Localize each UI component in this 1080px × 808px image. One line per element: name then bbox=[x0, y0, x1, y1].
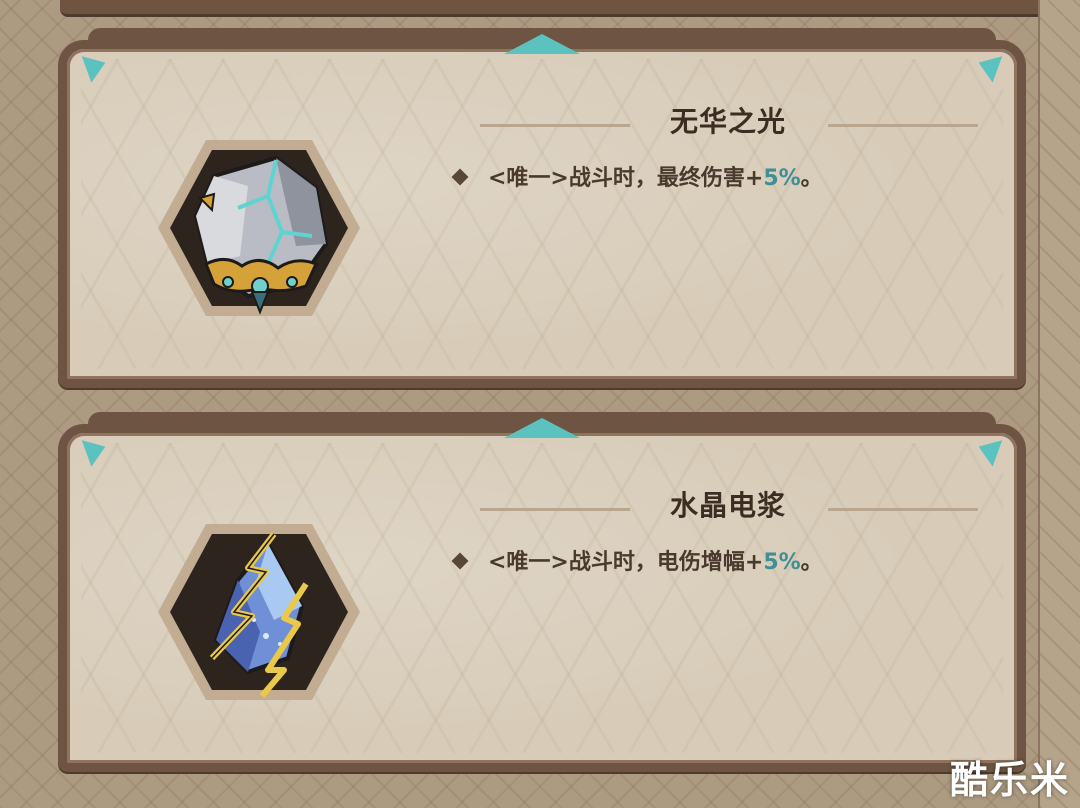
lightning-crystal-relic-icon bbox=[156, 520, 362, 704]
right-border-rail bbox=[1038, 0, 1080, 808]
diamond-bullet-icon bbox=[451, 168, 469, 186]
teal-gem-ornament bbox=[504, 418, 580, 438]
relic-card[interactable]: 无华之光 <唯一>战斗时，最终伤害+5%。 bbox=[58, 28, 1026, 388]
unique-tag: <唯一> bbox=[488, 166, 569, 191]
diamond-bullet-icon bbox=[451, 552, 469, 570]
top-frame-edge bbox=[60, 0, 1080, 17]
relic-card[interactable]: 水晶电浆 <唯一>战斗时，电伤增幅+5%。 bbox=[58, 412, 1026, 772]
relic-name: 无华之光 bbox=[669, 105, 786, 138]
effect-value: 5% bbox=[763, 550, 801, 575]
effect-suffix: 。 bbox=[800, 550, 823, 575]
effect-value: 5% bbox=[763, 166, 801, 191]
watermark-logo: 酷乐米 bbox=[949, 758, 1070, 802]
relic-effect: <唯一>战斗时，电伤增幅+5%。 bbox=[451, 544, 823, 576]
effect-text: 战斗时，最终伤害+ bbox=[568, 166, 764, 191]
relic-name: 水晶电浆 bbox=[669, 489, 786, 522]
unique-tag: <唯一> bbox=[488, 550, 569, 575]
effect-text: 战斗时，电伤增幅+ bbox=[568, 550, 764, 575]
teal-gem-ornament bbox=[504, 34, 580, 54]
relic-effect: <唯一>战斗时，最终伤害+5%。 bbox=[451, 160, 823, 192]
effect-suffix: 。 bbox=[800, 166, 823, 191]
gray-stone-relic-icon bbox=[156, 136, 362, 320]
